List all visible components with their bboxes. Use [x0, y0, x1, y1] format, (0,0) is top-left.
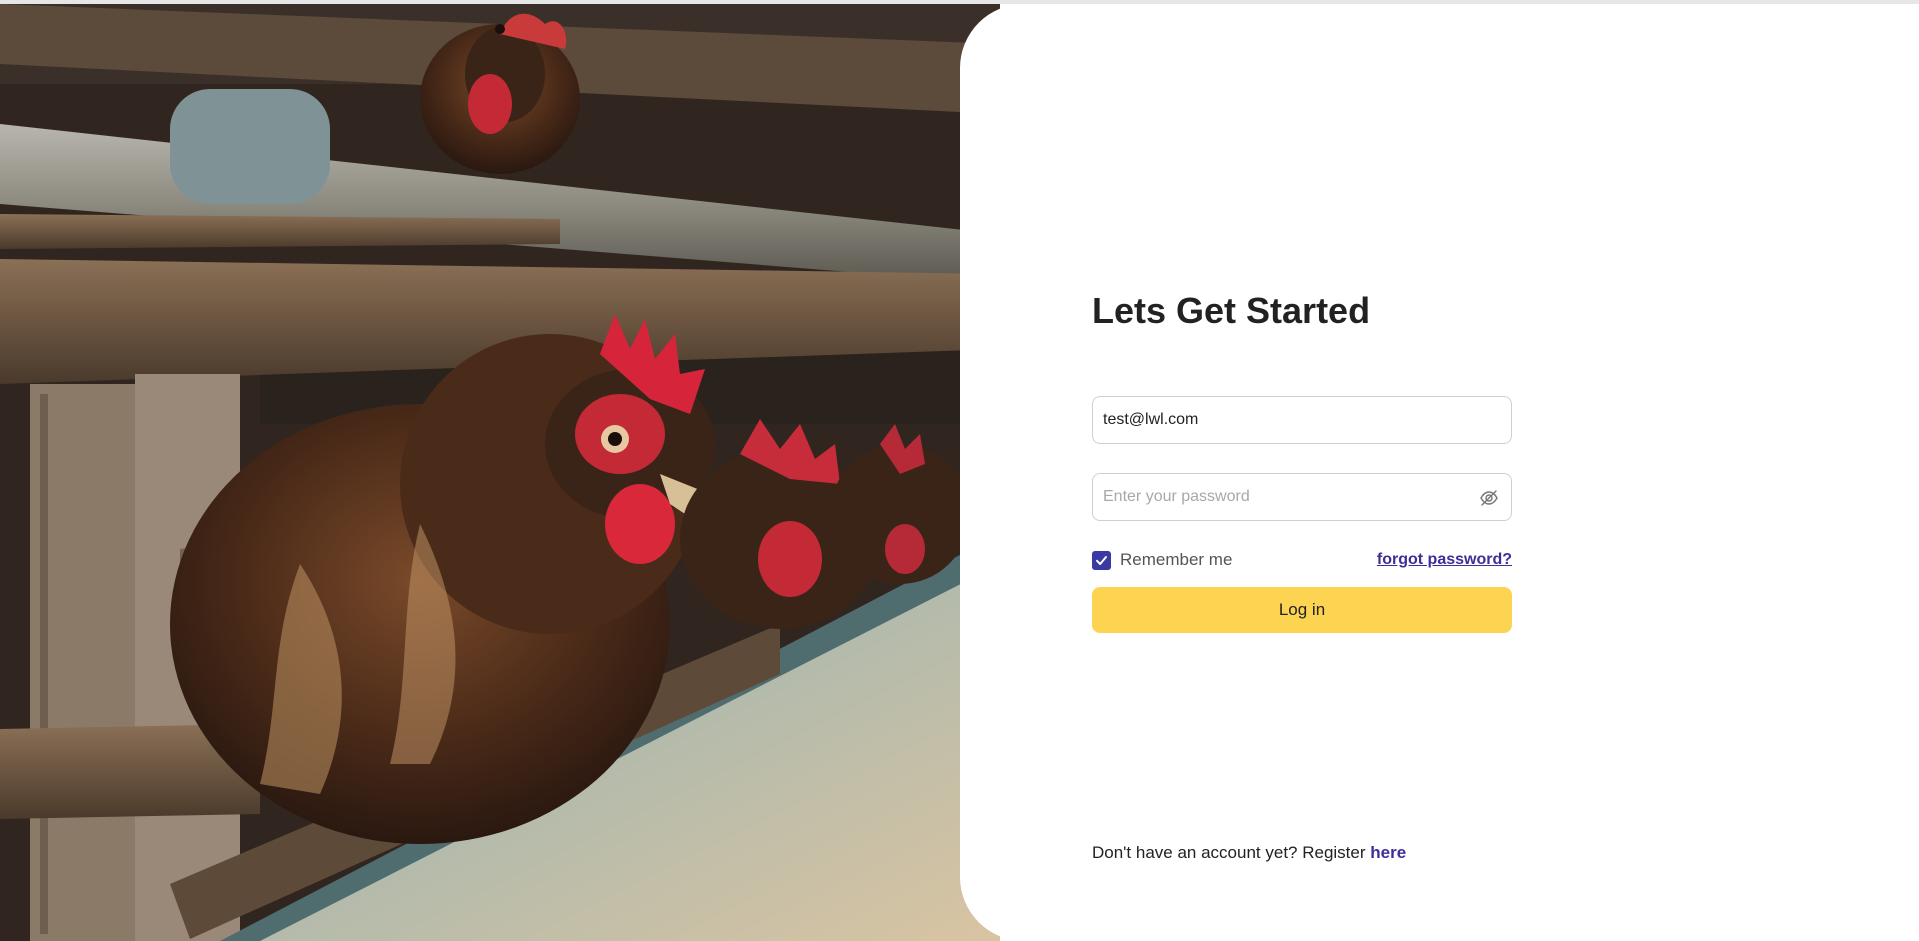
login-button[interactable]: Log in	[1092, 587, 1512, 633]
options-row: Remember me forgot password?	[1092, 550, 1512, 572]
email-input[interactable]	[1093, 397, 1511, 443]
forgot-password-link[interactable]: forgot password?	[1377, 551, 1512, 569]
page-title: Lets Get Started	[1092, 290, 1371, 331]
password-field[interactable]	[1092, 473, 1512, 521]
remember-me-label: Remember me	[1120, 550, 1233, 569]
checkbox-checked-icon[interactable]	[1092, 550, 1111, 570]
eye-slash-icon[interactable]	[1479, 488, 1499, 508]
remember-me-checkbox[interactable]: Remember me	[1092, 550, 1232, 570]
chickens-in-cage-photo	[0, 4, 1000, 941]
password-input[interactable]	[1093, 474, 1511, 520]
hero-image	[0, 4, 1000, 941]
register-prompt: Don't have an account yet? Register here	[1092, 843, 1406, 863]
register-link[interactable]: here	[1370, 843, 1406, 862]
register-text: Don't have an account yet? Register	[1092, 843, 1371, 862]
email-field[interactable]	[1092, 396, 1512, 444]
login-form: Lets Get Started Remember me forgot pass…	[1092, 285, 1512, 633]
